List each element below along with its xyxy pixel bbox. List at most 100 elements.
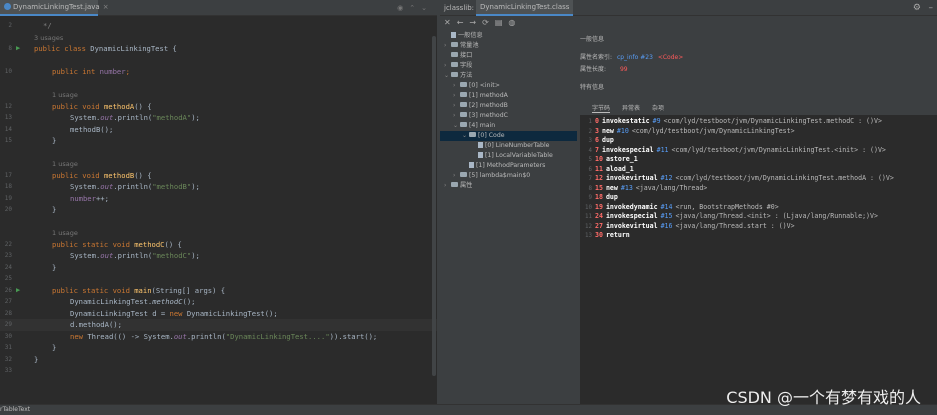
back-arrow-icon[interactable]: ← bbox=[457, 18, 464, 27]
code-line[interactable]: 28 DynamicLinkingTest d = new DynamicLink… bbox=[0, 308, 437, 320]
bytecode-line[interactable]: 8 15 new #13 <java/lang/Thread> bbox=[580, 184, 708, 194]
code-line[interactable]: 20} bbox=[0, 204, 437, 216]
code-line[interactable]: 2 */ bbox=[0, 20, 437, 32]
bytecode-line[interactable]: 5 10 astore_1 bbox=[580, 155, 644, 165]
code-line[interactable]: 30 new Thread(() -> System.out.println("D… bbox=[0, 331, 437, 343]
expand-arrow-icon[interactable]: › bbox=[453, 91, 460, 101]
close-icon[interactable]: ✕ bbox=[444, 18, 451, 27]
tab-bytecode[interactable]: 字节码 bbox=[592, 103, 611, 113]
expand-arrow-icon[interactable]: ⌄ bbox=[453, 121, 460, 131]
tree-node[interactable]: ⌄ [0] Code bbox=[440, 131, 577, 141]
tree-node[interactable]: › [0] <init> bbox=[440, 81, 500, 91]
tree-node[interactable]: ⌄ [4] main bbox=[440, 121, 495, 131]
code-line[interactable] bbox=[0, 147, 437, 159]
bytecode-line[interactable]: 10 19 invokedynamic #14 <run, BootstrapMetho… bbox=[580, 203, 779, 213]
chevron-up-icon[interactable]: ⌃ bbox=[409, 4, 415, 12]
tab-exception-table[interactable]: 异常表 bbox=[622, 103, 640, 113]
code-line[interactable] bbox=[0, 55, 437, 67]
tree-node[interactable]: [1] MethodParameters bbox=[440, 161, 545, 171]
jclasslib-file-tab[interactable]: DynamicLinkingTest.class bbox=[476, 0, 574, 16]
constant-pool-link[interactable]: #11 bbox=[657, 146, 669, 154]
class-structure-tree[interactable]: 一般信息 › 常量池 接口 › 字段 ⌄ 方法 › [0] <init> › [1] methodA ›… bbox=[440, 29, 577, 404]
code-line[interactable]: 24} bbox=[0, 262, 437, 274]
tree-node[interactable]: › [5] lambda$main$0 bbox=[440, 171, 530, 181]
globe-icon[interactable]: ◍ bbox=[508, 18, 515, 27]
code-line[interactable]: 14 methodB(); bbox=[0, 124, 437, 136]
tree-node[interactable]: › [1] methodA bbox=[440, 91, 508, 101]
constant-pool-link[interactable]: #13 bbox=[621, 184, 633, 192]
editor-file-tab[interactable]: DynamicLinkingTest.java × bbox=[0, 0, 109, 16]
code-area[interactable]: 2 */ 3 usages 8 ▶ public class DynamicLinking… bbox=[0, 16, 437, 404]
expand-arrow-icon[interactable]: › bbox=[453, 171, 460, 181]
tree-node[interactable]: › [3] methodC bbox=[440, 111, 508, 121]
constant-pool-link[interactable]: #10 bbox=[617, 127, 629, 135]
bytecode-line[interactable]: 1 0 invokestatic #9 <com/lyd/testboot/jvm/Dy… bbox=[580, 117, 882, 127]
editor-scrollbar[interactable] bbox=[432, 36, 436, 376]
code-line[interactable]: 3 usages bbox=[0, 32, 437, 44]
code-line[interactable]: 8 ▶ public class DynamicLinkingTest { bbox=[0, 43, 437, 55]
expand-arrow-icon[interactable]: › bbox=[453, 101, 460, 111]
code-line[interactable] bbox=[0, 78, 437, 90]
bytecode-line[interactable]: 13 30 return bbox=[580, 231, 636, 241]
tab-misc[interactable]: 杂项 bbox=[652, 103, 664, 113]
constant-pool-link[interactable]: #14 bbox=[661, 203, 673, 211]
tree-node[interactable]: [1] LocalVariableTable bbox=[440, 151, 553, 161]
bytecode-line[interactable]: 12 27 invokevirtual #16 <java/lang/Thread.st… bbox=[580, 222, 795, 232]
bytecode-line[interactable]: 6 11 aload_1 bbox=[580, 165, 640, 175]
minimize-icon[interactable]: – bbox=[929, 0, 934, 16]
code-line[interactable]: 1 usage bbox=[0, 227, 437, 239]
code-line[interactable]: 12 public void methodA() { bbox=[0, 101, 437, 113]
bytecode-line[interactable]: 9 18 dup bbox=[580, 193, 624, 203]
gear-icon[interactable]: ⚙ bbox=[913, 0, 921, 16]
bytecode-line[interactable]: 4 7 invokespecial #11 <com/lyd/testboot/jvm/… bbox=[580, 146, 886, 156]
tree-node[interactable]: 接口 bbox=[440, 51, 472, 61]
code-line[interactable]: 19 number++; bbox=[0, 193, 437, 205]
constant-pool-link[interactable]: #16 bbox=[661, 222, 673, 230]
constant-pool-link[interactable]: #15 bbox=[661, 212, 673, 220]
refresh-icon[interactable]: ⟳ bbox=[482, 18, 489, 27]
code-line[interactable]: 22 public static void methodC() { bbox=[0, 239, 437, 251]
name-index-link[interactable]: cp_info #23 bbox=[617, 54, 653, 61]
tree-node[interactable]: 一般信息 bbox=[440, 31, 483, 41]
expand-arrow-icon[interactable]: › bbox=[453, 81, 460, 91]
code-line[interactable]: 31} bbox=[0, 342, 437, 354]
tree-node[interactable]: › [2] methodB bbox=[440, 101, 508, 111]
expand-arrow-icon[interactable]: › bbox=[444, 61, 451, 71]
constant-pool-link[interactable]: #9 bbox=[653, 117, 661, 125]
close-tab-icon[interactable]: × bbox=[103, 3, 109, 11]
bytecode-line[interactable]: 2 3 new #10 <com/lyd/testboot/jvm/DynamicLin… bbox=[580, 127, 795, 137]
tree-node[interactable]: › 属性 bbox=[440, 181, 472, 191]
save-icon[interactable]: ▤ bbox=[495, 18, 503, 27]
code-line[interactable]: 15} bbox=[0, 135, 437, 147]
code-line[interactable]: 32} bbox=[0, 354, 437, 366]
code-line[interactable]: 13 System.out.println("methodA"); bbox=[0, 112, 437, 124]
code-line[interactable]: 1 usage bbox=[0, 158, 437, 170]
expand-arrow-icon[interactable]: › bbox=[453, 111, 460, 121]
run-gutter-icon[interactable]: ▶ bbox=[16, 285, 20, 297]
chevron-down-icon[interactable]: ⌄ bbox=[421, 4, 427, 12]
code-line[interactable]: 26 ▶ public static void main(String[] args… bbox=[0, 285, 437, 297]
code-line[interactable]: 33 bbox=[0, 365, 437, 377]
code-line[interactable]: 1 usage bbox=[0, 89, 437, 101]
code-line[interactable]: 29 d.methodA(); bbox=[0, 319, 437, 331]
constant-pool-link[interactable]: #12 bbox=[661, 174, 673, 182]
expand-arrow-icon[interactable]: › bbox=[444, 41, 451, 51]
bytecode-line[interactable]: 7 12 invokevirtual #12 <com/lyd/testboot/jvm… bbox=[580, 174, 894, 184]
code-line[interactable]: 17 public void methodB() { bbox=[0, 170, 437, 182]
code-line[interactable]: 25 bbox=[0, 273, 437, 285]
tree-node[interactable]: › 字段 bbox=[440, 61, 472, 71]
tree-node[interactable]: › 常量池 bbox=[440, 41, 479, 51]
code-editor[interactable]: DynamicLinkingTest.java × ◉ ⌃ ⌄ 2 */ 3 usag… bbox=[0, 0, 437, 404]
code-line[interactable]: 10 public int number; bbox=[0, 66, 437, 78]
run-gutter-icon[interactable]: ▶ bbox=[16, 43, 20, 55]
bytecode-line[interactable]: 3 6 dup bbox=[580, 136, 620, 146]
code-line[interactable] bbox=[0, 216, 437, 228]
expand-arrow-icon[interactable]: › bbox=[444, 181, 451, 191]
bytecode-line[interactable]: 11 24 invokespecial #15 <java/lang/Thread.<i… bbox=[580, 212, 878, 222]
code-line[interactable]: 23 System.out.println("methodC"); bbox=[0, 250, 437, 262]
expand-arrow-icon[interactable]: ⌄ bbox=[462, 131, 469, 141]
bytecode-view[interactable]: 1 0 invokestatic #9 <com/lyd/testboot/jvm/Dy… bbox=[580, 115, 937, 404]
reader-mode-eye-icon[interactable]: ◉ bbox=[397, 4, 403, 12]
expand-arrow-icon[interactable]: ⌄ bbox=[444, 71, 451, 81]
tree-node[interactable]: ⌄ 方法 bbox=[440, 71, 472, 81]
